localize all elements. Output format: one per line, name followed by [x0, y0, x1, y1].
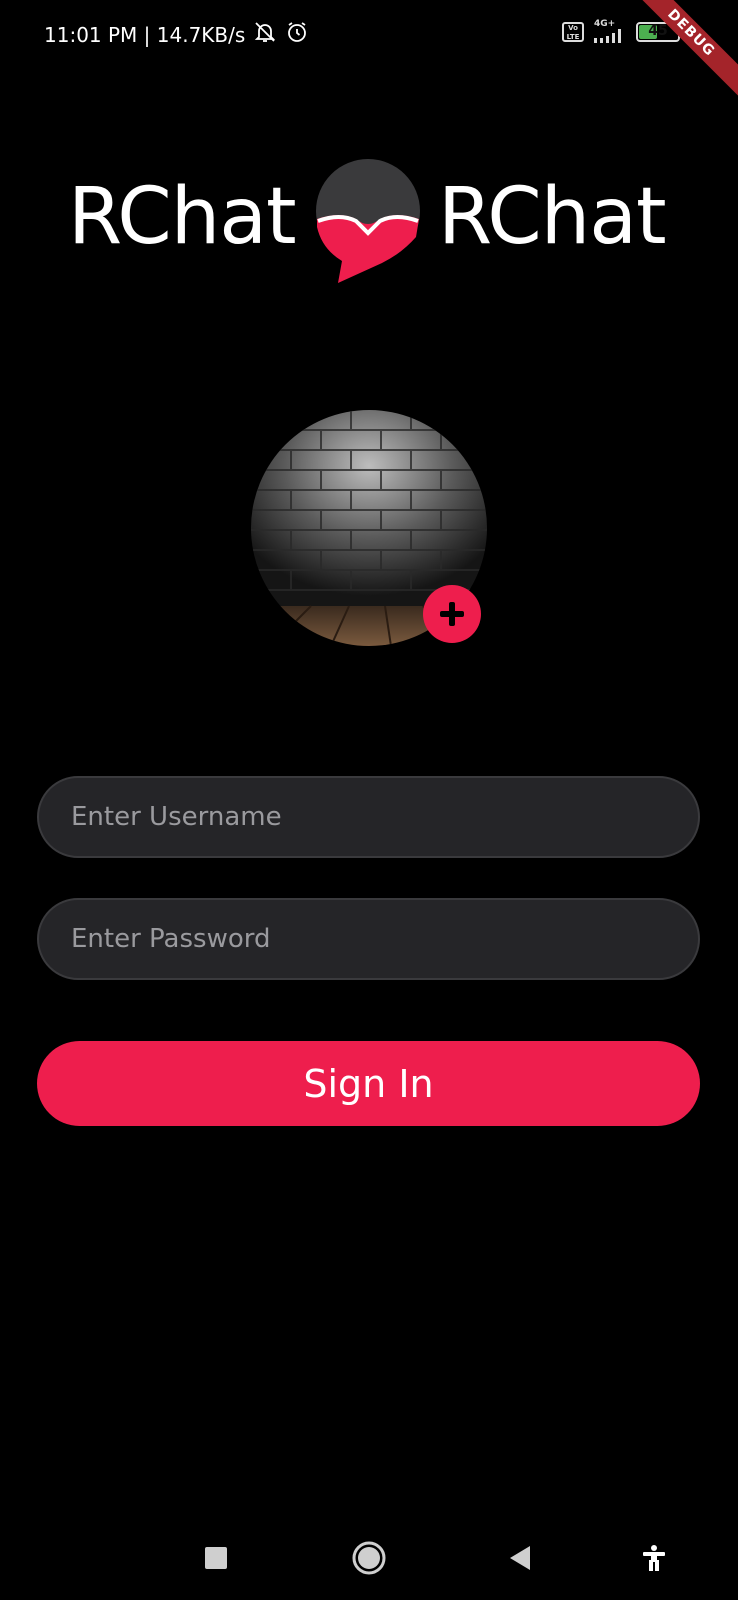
password-input[interactable]	[39, 900, 698, 978]
chat-bubble-logo-icon	[316, 159, 420, 283]
username-input[interactable]	[39, 778, 698, 856]
recent-apps-button[interactable]	[192, 1534, 240, 1582]
accessibility-button[interactable]	[630, 1534, 678, 1582]
network-type-label: 4G+	[594, 19, 616, 29]
add-photo-button[interactable]	[423, 585, 481, 643]
status-time-speed: 11:01 PM | 14.7KB/s	[44, 22, 246, 47]
status-bar: 11:01 PM | 14.7KB/s Vo LTE 4G+ 45	[0, 0, 738, 70]
app-logo: RChat RChat	[0, 150, 738, 290]
signal-bars	[594, 29, 621, 43]
password-field[interactable]	[37, 898, 700, 980]
navigation-bar	[0, 1520, 738, 1600]
logo-text-left: RChat	[68, 172, 297, 262]
username-field[interactable]	[37, 776, 700, 858]
home-button[interactable]	[345, 1534, 393, 1582]
recent-apps-icon	[205, 1547, 227, 1569]
status-left: 11:01 PM | 14.7KB/s	[44, 20, 309, 49]
volte-icon: Vo LTE	[562, 21, 584, 42]
status-right: Vo LTE 4G+ 45	[562, 20, 684, 43]
back-button[interactable]	[496, 1534, 544, 1582]
home-icon	[352, 1541, 386, 1575]
alarm-icon	[285, 20, 309, 49]
logo-text-right: RChat	[438, 172, 667, 262]
back-icon	[510, 1546, 530, 1570]
bell-muted-icon	[253, 20, 277, 49]
signal-icon: 4G+	[594, 20, 626, 43]
accessibility-icon	[643, 1545, 665, 1571]
sign-in-button[interactable]: Sign In	[37, 1041, 700, 1126]
add-icon	[440, 602, 464, 626]
